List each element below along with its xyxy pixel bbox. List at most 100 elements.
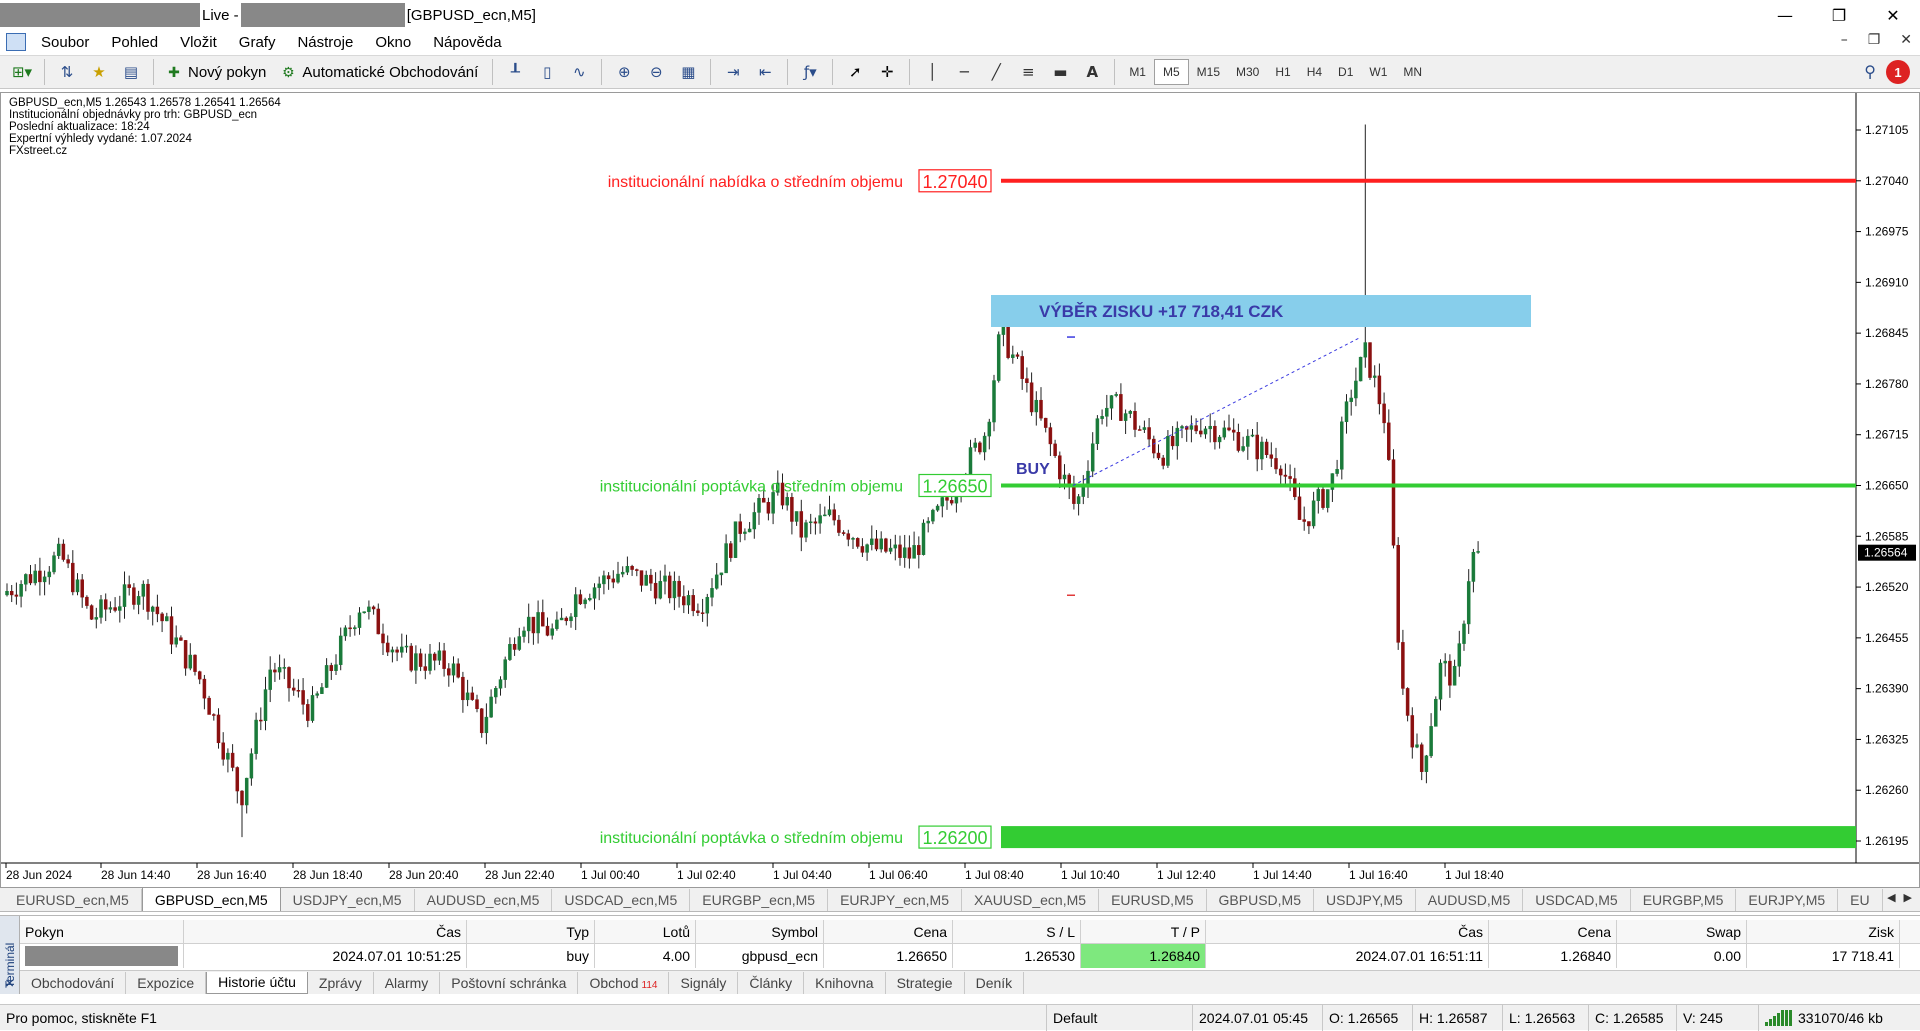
symbol-tab[interactable]: EURJPY,M5 <box>1736 889 1839 911</box>
tab-zpravy[interactable]: Zprávy <box>308 971 374 994</box>
tab-obchod[interactable]: Obchod 114 <box>578 971 670 994</box>
symbol-tab[interactable]: USDJPY,M5 <box>1314 889 1416 911</box>
timeframe-m30[interactable]: M30 <box>1228 59 1267 85</box>
tab-strategie[interactable]: Strategie <box>886 971 965 994</box>
zoom-out-icon[interactable]: ⊖ <box>642 58 670 86</box>
symbol-tab[interactable]: EURGBP_ecn,M5 <box>690 889 829 911</box>
timeframe-m5[interactable]: M5 <box>1153 59 1189 85</box>
tab-postovni-schranka[interactable]: Poštovní schránka <box>440 971 579 994</box>
auto-scroll-icon[interactable]: ⇥ <box>719 58 747 86</box>
chart-window[interactable]: GBPUSD_ecn,M5 1.26543 1.26578 1.26541 1.… <box>0 92 1920 888</box>
scroll-right-icon[interactable]: ▶ <box>1904 891 1912 904</box>
tile-windows-icon[interactable]: ▦ <box>674 58 702 86</box>
menu-grafy[interactable]: Grafy <box>228 34 287 51</box>
menu-okno[interactable]: Okno <box>364 34 422 51</box>
new-order-button[interactable]: ✚ Nový pokyn <box>162 58 272 86</box>
symbol-tab[interactable]: AUDUSD_ecn,M5 <box>415 889 553 911</box>
timeframe-h1[interactable]: H1 <box>1267 59 1298 85</box>
mdi-close-icon[interactable]: ✕ <box>1900 32 1912 48</box>
symbol-tab[interactable]: XAUUSD_ecn,M5 <box>962 889 1100 911</box>
favorites-icon[interactable]: ★ <box>85 58 113 86</box>
tab-clanky[interactable]: Články <box>738 971 805 994</box>
fibonacci-icon[interactable]: ≡ <box>1014 58 1042 86</box>
menu-nastroje[interactable]: Nástroje <box>286 34 364 51</box>
symbol-tab[interactable]: EURJPY_ecn,M5 <box>828 889 963 911</box>
timeframe-m1[interactable]: M1 <box>1121 59 1154 85</box>
cursor-icon[interactable]: ➚ <box>841 58 869 86</box>
tab-obchodovani[interactable]: Obchodování <box>20 971 127 994</box>
status-profile[interactable]: Default <box>1046 1004 1192 1031</box>
tab-historie-uctu[interactable]: Historie účtu <box>206 971 308 994</box>
timeframe-d1[interactable]: D1 <box>1330 59 1361 85</box>
symbol-tab[interactable]: EURGBP,M5 <box>1631 889 1737 911</box>
line-chart-icon[interactable]: ∿ <box>565 58 593 86</box>
redacted-account <box>0 3 200 27</box>
tab-denik[interactable]: Deník <box>965 971 1025 994</box>
mdi-restore-icon[interactable]: ❐ <box>1868 32 1881 48</box>
candle-body <box>183 640 188 669</box>
text-icon[interactable]: A <box>1078 58 1106 86</box>
symbol-tab[interactable]: EURUSD_ecn,M5 <box>4 889 142 911</box>
col-symbol[interactable]: Symbol <box>696 920 824 944</box>
col-cas[interactable]: Čas <box>184 920 467 944</box>
rectangle-icon[interactable]: ▬ <box>1046 58 1074 86</box>
candle-body <box>118 606 122 611</box>
minimize-button[interactable]: — <box>1758 0 1812 30</box>
close-button[interactable]: ✕ <box>1866 0 1920 30</box>
symbol-tab[interactable]: EURUSD,M5 <box>1099 889 1207 911</box>
col-cena-close[interactable]: Cena <box>1489 920 1617 944</box>
symbol-tab[interactable]: USDJPY_ecn,M5 <box>281 889 415 911</box>
col-zisk[interactable]: Zisk <box>1747 920 1900 944</box>
search-icon[interactable]: ⚲ <box>1864 62 1876 81</box>
menu-napoveda[interactable]: Nápověda <box>422 34 512 51</box>
col-lotu[interactable]: Lotů <box>595 920 696 944</box>
symbol-tab[interactable]: EU <box>1838 889 1883 911</box>
horizontal-line-icon[interactable]: ─ <box>950 58 978 86</box>
symbol-tab[interactable]: AUDUSD,M5 <box>1416 889 1524 911</box>
app-icon[interactable] <box>6 33 26 51</box>
candle-body <box>226 752 230 760</box>
col-cas-close[interactable]: Čas <box>1206 920 1489 944</box>
symbol-tab[interactable]: USDCAD,M5 <box>1523 889 1631 911</box>
col-pokyn[interactable]: Pokyn <box>20 920 184 944</box>
scroll-left-icon[interactable]: ◀ <box>1887 891 1895 904</box>
symbol-tab[interactable]: GBPUSD_ecn,M5 <box>141 887 281 911</box>
price-chart[interactable]: 1.27105 1.27040 1.26975 1.26910 1.26845 1.267… <box>1 93 1919 887</box>
auto-trading-button[interactable]: ⚙ Automatické Obchodování <box>276 58 484 86</box>
chart-shift-icon[interactable]: ⇤ <box>751 58 779 86</box>
mdi-minimize-icon[interactable]: – <box>1841 32 1848 48</box>
market-watch-icon[interactable]: ⇅ <box>53 58 81 86</box>
timeframe-w1[interactable]: W1 <box>1361 59 1395 85</box>
trendline-icon[interactable]: ╱ <box>982 58 1010 86</box>
restore-button[interactable]: ❐ <box>1812 0 1866 30</box>
menu-soubor[interactable]: Soubor <box>30 34 100 51</box>
zoom-in-icon[interactable]: ⊕ <box>610 58 638 86</box>
vertical-line-icon[interactable]: │ <box>918 58 946 86</box>
symbol-tab[interactable]: USDCAD_ecn,M5 <box>552 889 691 911</box>
notification-badge[interactable]: 1 <box>1886 60 1910 84</box>
menu-vlozit[interactable]: Vložit <box>169 34 228 51</box>
status-connection[interactable]: 331070/46 kb <box>1758 1004 1898 1031</box>
new-chart-icon[interactable]: ⊞▾ <box>8 58 36 86</box>
col-sl[interactable]: S / L <box>953 920 1081 944</box>
table-row[interactable]: 2024.07.01 10:51:25 buy 4.00 gbpusd_ecn … <box>20 944 1920 968</box>
col-cena[interactable]: Cena <box>824 920 953 944</box>
timeframe-h4[interactable]: H4 <box>1299 59 1330 85</box>
col-typ[interactable]: Typ <box>467 920 595 944</box>
tab-alarmy[interactable]: Alarmy <box>374 971 441 994</box>
symbol-tab[interactable]: GBPUSD,M5 <box>1207 889 1314 911</box>
tab-expozice[interactable]: Expozice <box>126 971 207 994</box>
tab-knihovna[interactable]: Knihovna <box>804 971 886 994</box>
candlestick-icon[interactable]: ▯ <box>533 58 561 86</box>
menu-pohled[interactable]: Pohled <box>100 34 169 51</box>
timeframe-mn[interactable]: MN <box>1395 59 1430 85</box>
crosshair-icon[interactable]: ✛ <box>873 58 901 86</box>
timeframe-m15[interactable]: M15 <box>1189 59 1228 85</box>
navigator-icon[interactable]: ▤ <box>117 58 145 86</box>
col-tp[interactable]: T / P <box>1081 920 1206 944</box>
tab-signaly[interactable]: Signály <box>669 971 739 994</box>
indicators-icon[interactable]: ƒ▾ <box>796 58 824 86</box>
col-swap[interactable]: Swap <box>1617 920 1747 944</box>
candle-body <box>827 509 832 516</box>
bar-chart-icon[interactable]: ┸ <box>501 58 529 86</box>
